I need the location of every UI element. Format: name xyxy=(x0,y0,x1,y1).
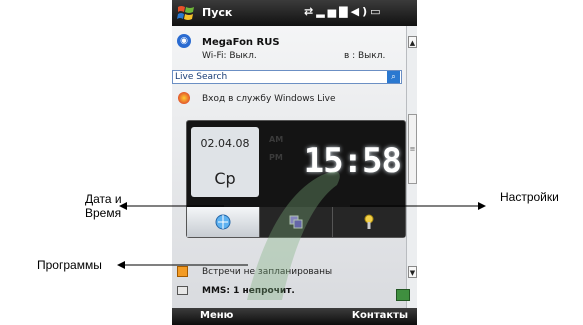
callout-arrows xyxy=(117,202,486,269)
